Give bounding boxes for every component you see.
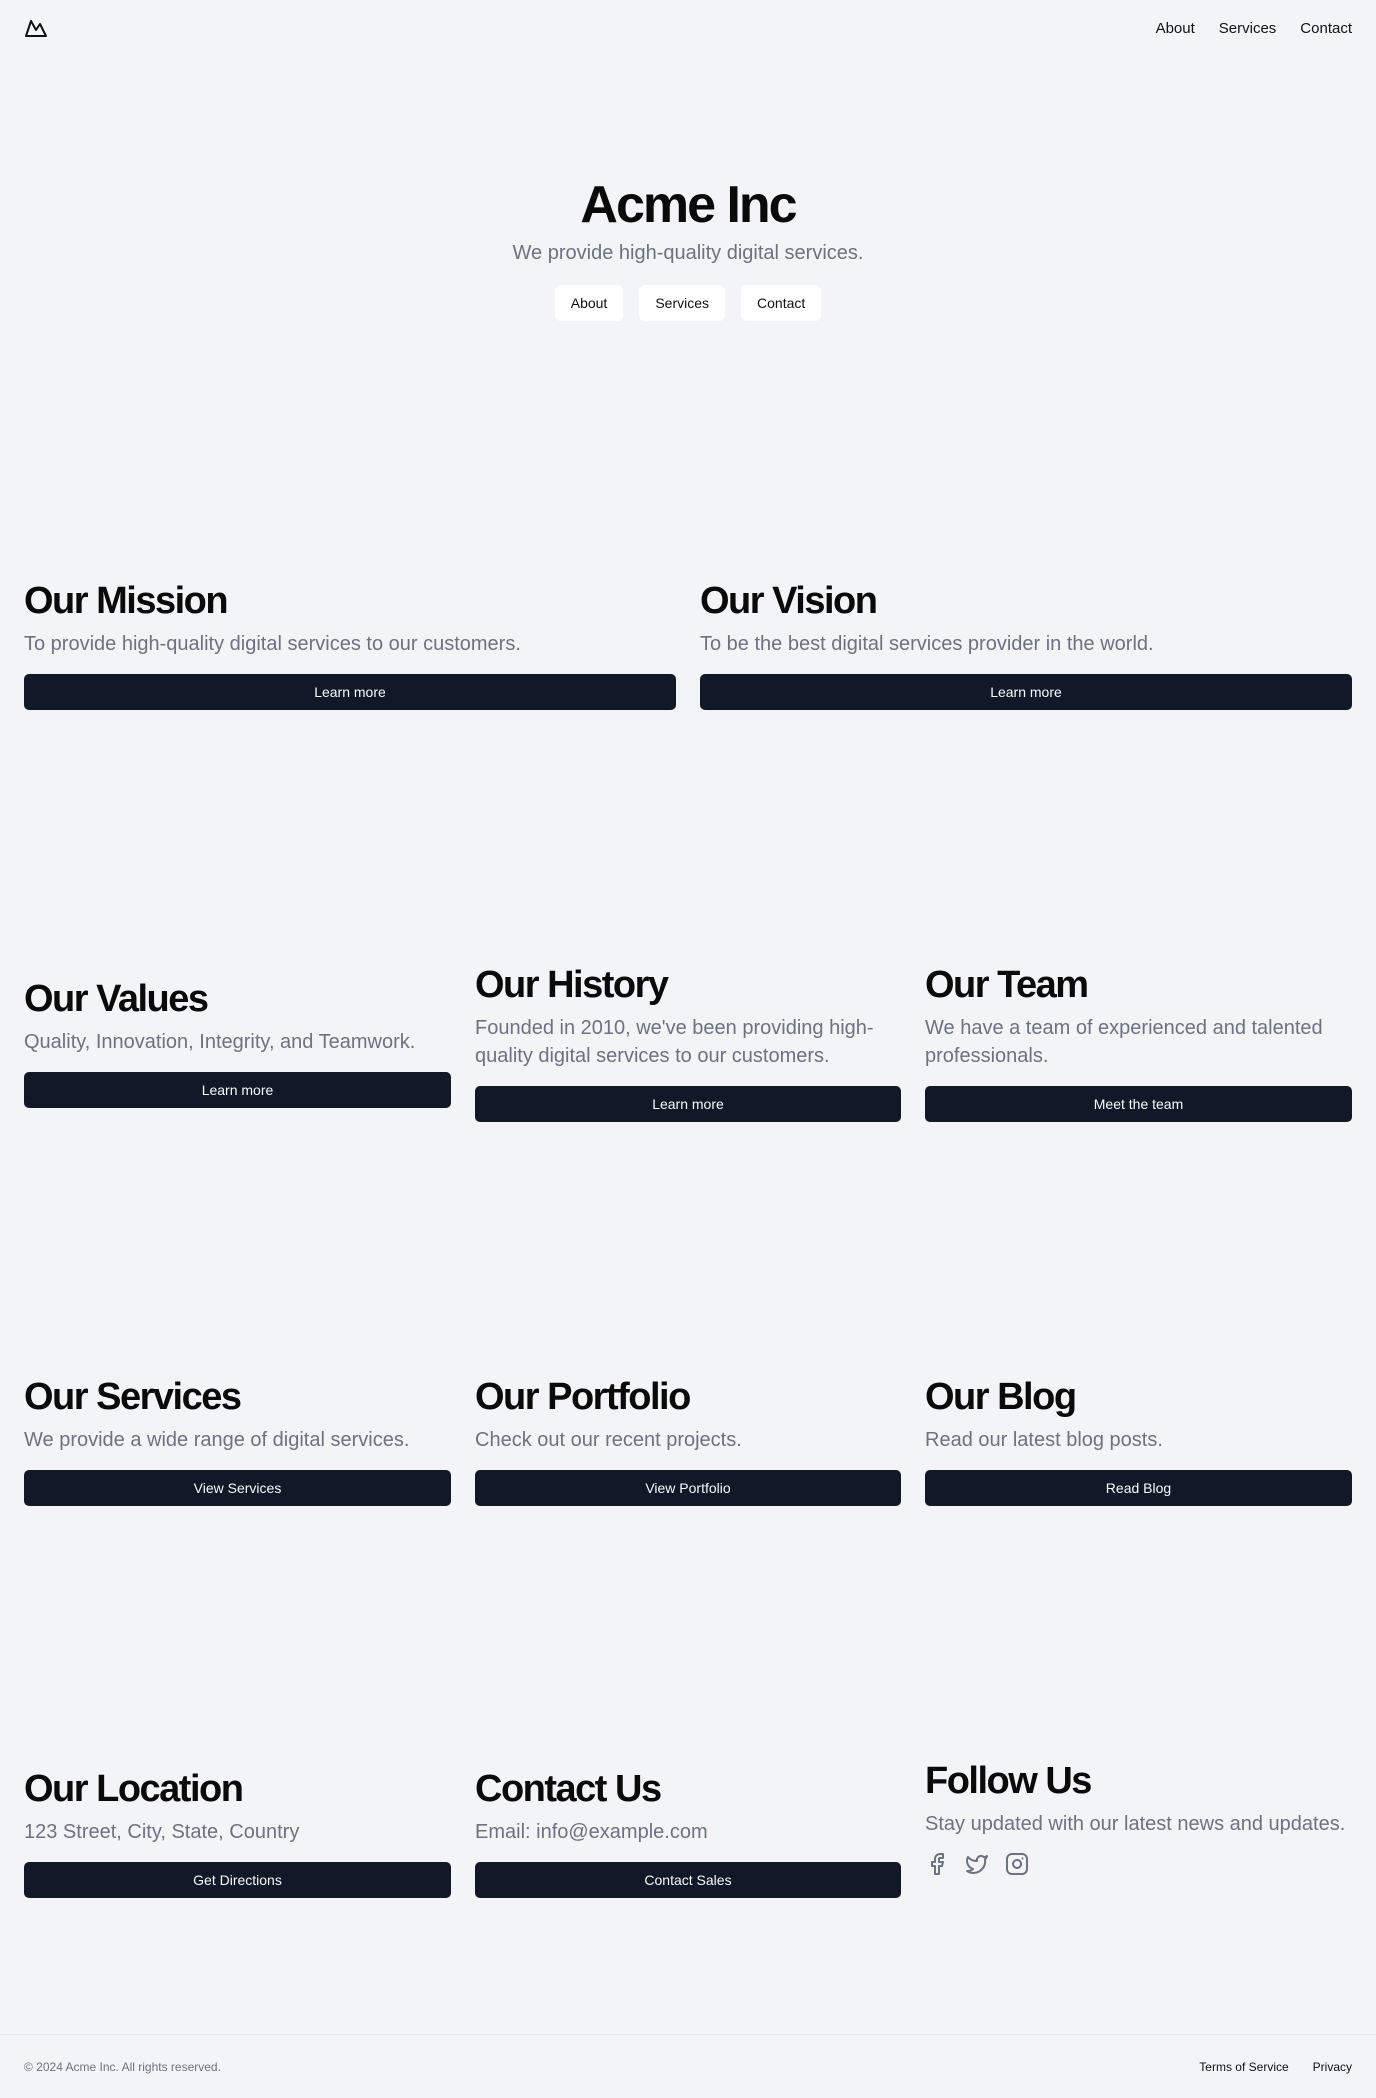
history-learn-more-button[interactable]: Learn more [475,1086,901,1122]
hero-title: Acme Inc [580,176,797,234]
vision-learn-more-button[interactable]: Learn more [700,674,1352,710]
get-directions-button[interactable]: Get Directions [24,1862,451,1898]
contact-section: Contact Us Email: info@example.com Conta… [475,1766,901,1898]
view-portfolio-button[interactable]: View Portfolio [475,1470,901,1506]
follow-section: Follow Us Stay updated with our latest n… [925,1758,1352,1878]
vision-title: Our Vision [700,580,878,622]
location-text: 123 Street, City, State, Country [24,1821,300,1843]
blog-text: Read our latest blog posts. [925,1429,1163,1451]
history-text: Founded in 2010, we've been providing hi… [475,1017,874,1067]
read-blog-button[interactable]: Read Blog [925,1470,1352,1506]
values-text: Quality, Innovation, Integrity, and Team… [24,1031,416,1053]
hero-subtitle: We provide high-quality digital services… [512,242,864,264]
contact-text: Email: info@example.com [475,1821,708,1843]
vision-section: Our Vision To be the best digital servic… [700,578,1352,710]
portfolio-title: Our Portfolio [475,1376,691,1418]
services-text: We provide a wide range of digital servi… [24,1429,410,1451]
follow-text: Stay updated with our latest news and up… [925,1813,1346,1835]
top-nav-links: About Services Contact [1156,20,1352,37]
hero: Acme Inc We provide high-quality digital… [0,175,1376,321]
mission-section: Our Mission To provide high-quality digi… [24,578,676,710]
location-section: Our Location 123 Street, City, State, Co… [24,1766,451,1898]
team-section: Our Team We have a team of experienced a… [925,962,1352,1122]
social-links [925,1852,1352,1878]
portfolio-text: Check out our recent projects. [475,1429,742,1451]
top-nav: About Services Contact [0,0,1376,56]
mountain-icon[interactable] [24,15,50,41]
footer-links: Terms of Service Privacy [1199,2060,1352,2074]
meet-the-team-button[interactable]: Meet the team [925,1086,1352,1122]
team-text: We have a team of experienced and talent… [925,1017,1323,1067]
twitter-icon[interactable] [965,1852,991,1878]
blog-title: Our Blog [925,1376,1077,1418]
history-section: Our History Founded in 2010, we've been … [475,962,901,1122]
terms-of-service-link[interactable]: Terms of Service [1199,2060,1288,2074]
vision-text: To be the best digital services provider… [700,633,1154,655]
contact-sales-button[interactable]: Contact Sales [475,1862,901,1898]
copyright-text: © 2024 Acme Inc. All rights reserved. [24,2059,221,2074]
mission-text: To provide high-quality digital services… [24,633,521,655]
hero-contact-button[interactable]: Contact [741,285,822,321]
nav-link-services[interactable]: Services [1219,20,1277,37]
instagram-icon[interactable] [1005,1852,1031,1878]
follow-title: Follow Us [925,1760,1092,1802]
facebook-icon[interactable] [925,1852,951,1878]
nav-link-about[interactable]: About [1156,20,1195,37]
contact-title: Contact Us [475,1768,662,1810]
team-title: Our Team [925,964,1089,1006]
services-section: Our Services We provide a wide range of … [24,1374,451,1506]
services-title: Our Services [24,1376,242,1418]
footer: © 2024 Acme Inc. All rights reserved. Te… [0,2034,1376,2098]
portfolio-section: Our Portfolio Check out our recent proje… [475,1374,901,1506]
values-learn-more-button[interactable]: Learn more [24,1072,451,1108]
view-services-button[interactable]: View Services [24,1470,451,1506]
mission-learn-more-button[interactable]: Learn more [24,674,676,710]
values-section: Our Values Quality, Innovation, Integrit… [24,976,451,1108]
privacy-link[interactable]: Privacy [1313,2060,1352,2074]
values-title: Our Values [24,978,209,1020]
location-title: Our Location [24,1768,244,1810]
hero-buttons: About Services Contact [0,285,1376,321]
hero-about-button[interactable]: About [554,285,624,321]
hero-services-button[interactable]: Services [639,285,726,321]
mission-title: Our Mission [24,580,229,622]
history-title: Our History [475,964,669,1006]
nav-link-contact[interactable]: Contact [1300,20,1352,37]
blog-section: Our Blog Read our latest blog posts. Rea… [925,1374,1352,1506]
